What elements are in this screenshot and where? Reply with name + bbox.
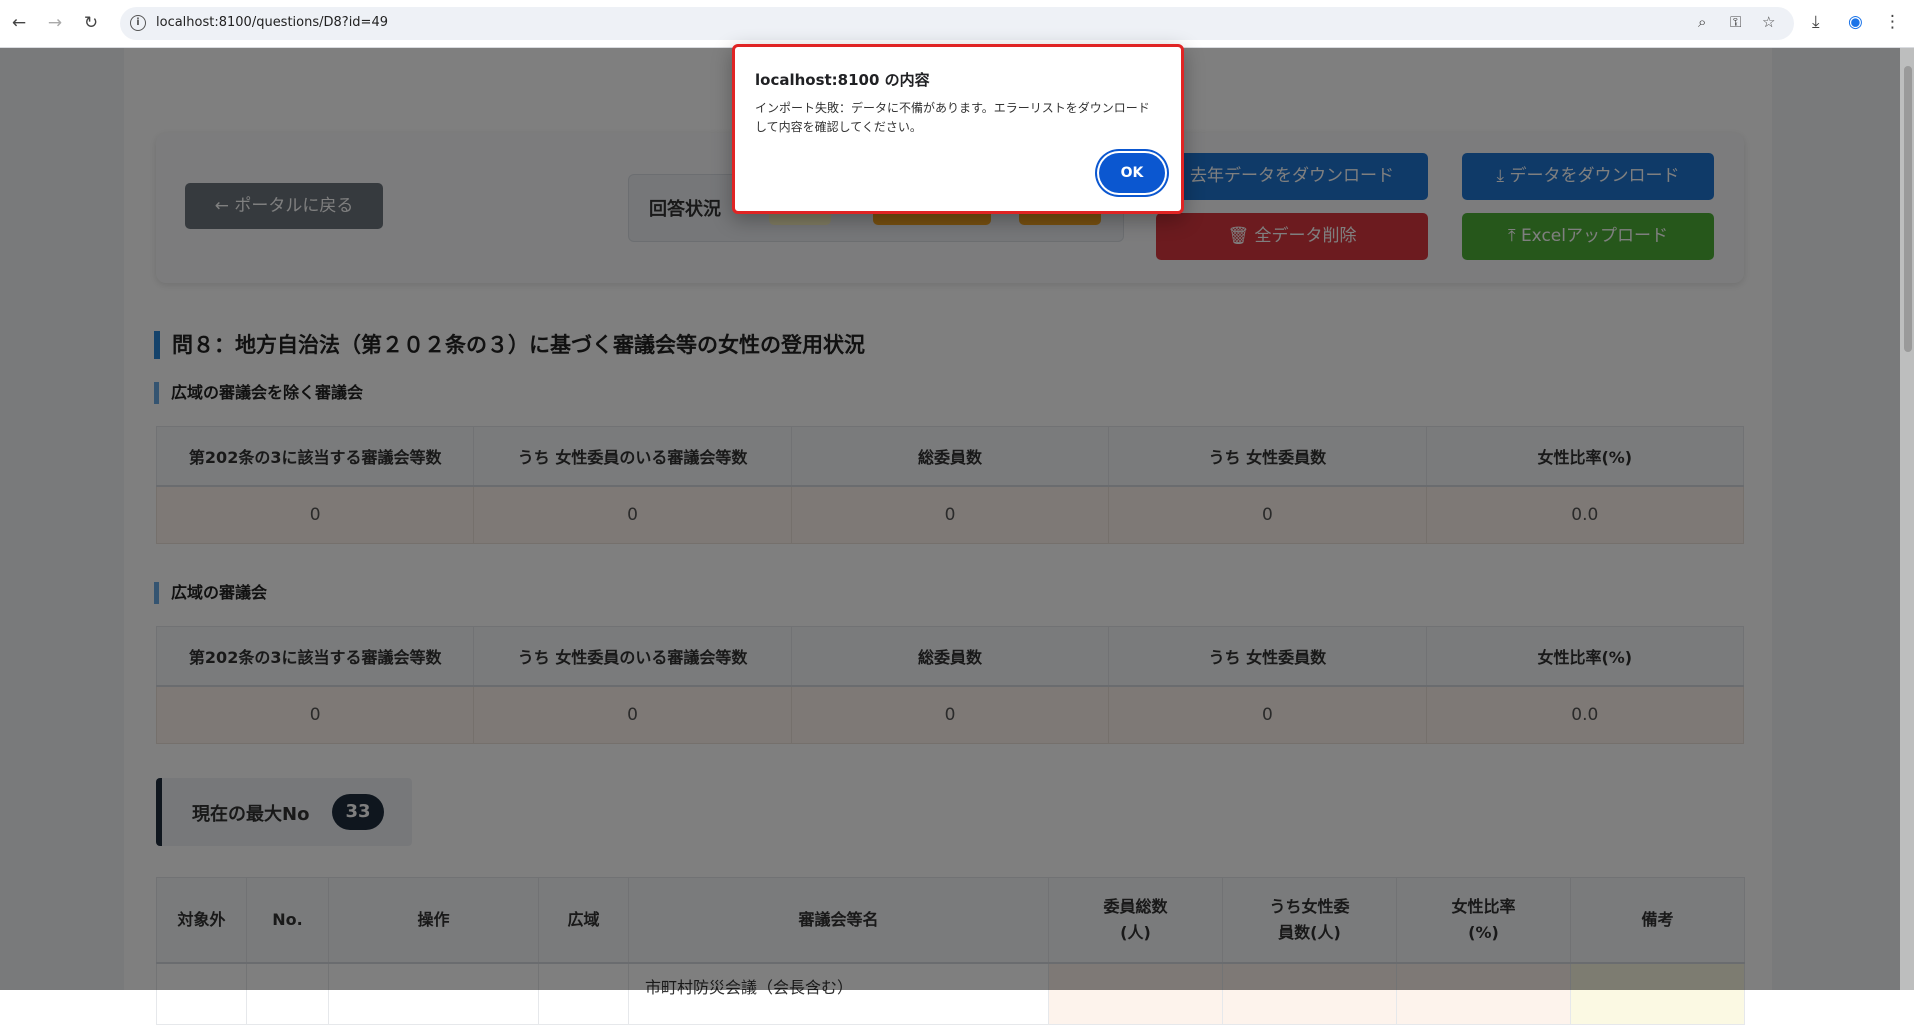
browser-toolbar: ← → ↻ i localhost:8100/questions/D8?id=4… bbox=[0, 0, 1914, 48]
ok-button[interactable]: OK bbox=[1099, 153, 1165, 193]
download-icon[interactable]: ⤓ bbox=[1812, 12, 1820, 32]
profile-icon[interactable]: ◉ bbox=[1848, 12, 1863, 32]
menu-kebab-icon[interactable]: ⋮ bbox=[1884, 12, 1901, 32]
password-key-icon[interactable]: ⚿ bbox=[1730, 13, 1741, 31]
bookmark-star-icon[interactable]: ☆ bbox=[1762, 13, 1775, 31]
url-text[interactable]: localhost:8100/questions/D8?id=49 bbox=[156, 15, 388, 30]
dialog-message: インポート失敗：データに不備があります。エラーリストをダウンロードして内容を確認… bbox=[755, 101, 1150, 134]
reload-icon[interactable]: ↻ bbox=[80, 12, 102, 34]
zoom-icon[interactable]: ⌕ bbox=[1698, 13, 1706, 31]
site-info-icon[interactable]: i bbox=[130, 15, 146, 31]
back-arrow-icon[interactable]: ← bbox=[8, 12, 30, 34]
forward-arrow-icon[interactable]: → bbox=[44, 12, 66, 34]
alert-dialog: localhost:8100 の内容 インポート失敗：データに不備があります。エ… bbox=[732, 44, 1184, 214]
dialog-title: localhost:8100 の内容 bbox=[755, 71, 930, 89]
scrollbar-thumb[interactable] bbox=[1904, 66, 1912, 352]
address-bar[interactable]: i localhost:8100/questions/D8?id=49 bbox=[120, 7, 1794, 40]
